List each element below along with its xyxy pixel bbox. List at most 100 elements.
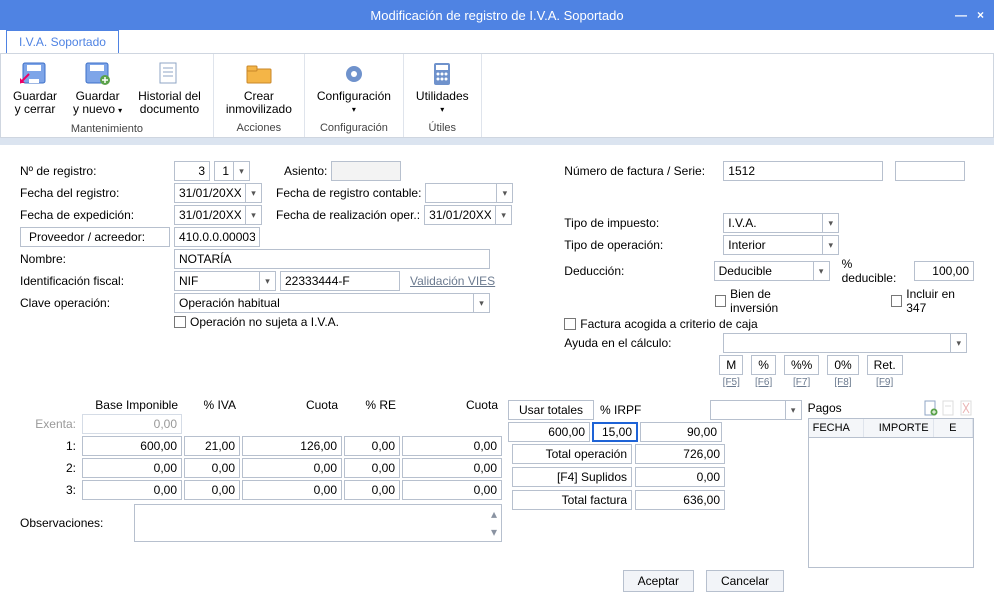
dropdown-fecha-registro[interactable]: ▾ — [246, 183, 262, 203]
button-aceptar[interactable]: Aceptar — [623, 570, 694, 592]
button-suplidos[interactable]: [F4] Suplidos — [512, 467, 632, 487]
input-clave-op[interactable] — [174, 293, 474, 313]
pagos-col-e: E — [934, 419, 973, 437]
ribbon-crear-inmovilizado[interactable]: Crearinmovilizado — [222, 58, 296, 118]
input-exenta-base — [82, 414, 182, 434]
input-num-factura[interactable] — [723, 161, 883, 181]
ribbon-utilidades[interactable]: Utilidades▾ — [412, 58, 473, 118]
input-tipo-impuesto[interactable] — [723, 213, 823, 233]
button-proveedor[interactable]: Proveedor / acreedor: — [20, 227, 170, 247]
label-deduccion: Deducción: — [564, 264, 709, 278]
dropdown-deduccion[interactable]: ▾ — [814, 261, 830, 281]
tab-iva-soportado[interactable]: I.V.A. Soportado — [6, 30, 119, 53]
input-r3-iva[interactable] — [184, 480, 240, 500]
input-serie[interactable] — [895, 161, 965, 181]
gear-icon — [339, 60, 369, 88]
col-pct-re: % RE — [344, 398, 400, 412]
input-total-operacion[interactable] — [635, 444, 725, 464]
input-r2-iva[interactable] — [184, 458, 240, 478]
label-fecha-real: Fecha de realización oper.: — [276, 208, 420, 222]
pagos-table[interactable]: FECHA IMPORTE E — [808, 418, 974, 568]
input-r2-cuota2[interactable] — [402, 458, 502, 478]
input-irpf-pct[interactable] — [592, 422, 638, 442]
input-pct-deducible[interactable] — [914, 261, 974, 281]
button-cancelar[interactable]: Cancelar — [706, 570, 784, 592]
input-r3-base[interactable] — [82, 480, 182, 500]
input-fecha-registro[interactable] — [174, 183, 246, 203]
ribbon-configuracion[interactable]: Configuración▾ — [313, 58, 395, 118]
ribbon-guardar-cerrar[interactable]: Guardary cerrar — [9, 58, 61, 119]
label-pagos: Pagos — [808, 401, 842, 415]
dropdown-tipo-impuesto[interactable]: ▾ — [823, 213, 839, 233]
checkbox-bien-inversion[interactable]: Bien de inversión — [715, 287, 817, 315]
dropdown-actividad[interactable]: ▾ — [786, 400, 802, 420]
input-tipo-operacion[interactable] — [723, 235, 823, 255]
pagos-col-importe: IMPORTE — [864, 419, 934, 437]
label-pct-irpf: % IRPF — [600, 403, 641, 417]
dropdown-tipo-operacion[interactable]: ▾ — [823, 235, 839, 255]
dropdown-fecha-exped[interactable]: ▾ — [246, 205, 262, 225]
minimize-button[interactable]: — — [955, 0, 967, 30]
calc-btn-0pct[interactable]: 0% — [827, 355, 858, 375]
pagos-edit-icon[interactable] — [942, 400, 956, 416]
calc-btn-m[interactable]: M — [719, 355, 743, 375]
input-fecha-exped[interactable] — [174, 205, 246, 225]
button-total-factura[interactable]: Total factura — [512, 490, 632, 510]
input-ayuda-calc[interactable] — [723, 333, 951, 353]
input-r1-iva[interactable] — [184, 436, 240, 456]
dropdown-ayuda-calc[interactable]: ▾ — [951, 333, 967, 353]
textarea-observaciones[interactable]: ▴▾ — [134, 504, 502, 542]
input-r2-re[interactable] — [344, 458, 400, 478]
pagos-delete-icon[interactable] — [960, 400, 974, 416]
input-r3-cuota1[interactable] — [242, 480, 342, 500]
link-validacion-vies[interactable]: Validación VIES — [404, 271, 501, 291]
save-close-icon — [20, 60, 50, 88]
input-n-registro-b[interactable] — [214, 161, 234, 181]
input-irpf-cuota[interactable] — [640, 422, 722, 442]
pagos-add-icon[interactable] — [924, 400, 938, 416]
checkbox-fact-acogida[interactable]: Factura acogida a criterio de caja — [564, 317, 757, 331]
input-fecha-real[interactable] — [424, 205, 496, 225]
dropdown-clave-op[interactable]: ▾ — [474, 293, 490, 313]
input-r1-cuota1[interactable] — [242, 436, 342, 456]
input-nombre[interactable] — [174, 249, 490, 269]
input-fecha-reg-cont[interactable] — [425, 183, 497, 203]
dropdown-fecha-real[interactable]: ▾ — [496, 205, 512, 225]
button-total-operacion[interactable]: Total operación — [512, 444, 632, 464]
input-r1-base[interactable] — [82, 436, 182, 456]
input-r3-cuota2[interactable] — [402, 480, 502, 500]
input-deduccion[interactable] — [714, 261, 814, 281]
checkbox-incluir-347[interactable]: Incluir en 347 — [891, 287, 974, 315]
dropdown-id-type[interactable]: ▾ — [260, 271, 276, 291]
input-n-registro-a[interactable] — [174, 161, 210, 181]
input-r3-re[interactable] — [344, 480, 400, 500]
input-r1-re[interactable] — [344, 436, 400, 456]
input-r1-cuota2[interactable] — [402, 436, 502, 456]
close-button[interactable]: × — [977, 0, 984, 30]
input-asiento — [331, 161, 401, 181]
col-cuota2: Cuota — [402, 398, 502, 412]
document-history-icon — [154, 60, 184, 88]
calc-btn-ret[interactable]: Ret. — [867, 355, 903, 375]
input-proveedor[interactable] — [174, 227, 260, 247]
ribbon-historial[interactable]: Historial deldocumento — [134, 58, 205, 119]
calc-btn-pct[interactable]: % — [751, 355, 776, 375]
save-new-icon — [83, 60, 113, 88]
input-irpf-base[interactable] — [508, 422, 590, 442]
label-asiento: Asiento: — [284, 164, 327, 178]
button-usar-totales[interactable]: Usar totales — [508, 400, 594, 420]
input-r2-base[interactable] — [82, 458, 182, 478]
input-id-type[interactable] — [174, 271, 260, 291]
input-suplidos[interactable] — [635, 467, 725, 487]
input-actividad[interactable] — [710, 400, 786, 420]
dropdown-n-registro[interactable]: ▾ — [234, 161, 250, 181]
label-clave-op: Clave operación: — [20, 296, 170, 310]
input-id-num[interactable] — [280, 271, 400, 291]
input-total-factura[interactable] — [635, 490, 725, 510]
label-tipo-operacion: Tipo de operación: — [564, 238, 719, 252]
ribbon-guardar-nuevo[interactable]: Guardary nuevo ▾ — [69, 58, 126, 119]
calc-btn-pctpct[interactable]: %% — [784, 355, 819, 375]
checkbox-op-no-sujeta[interactable]: Operación no sujeta a I.V.A. — [174, 315, 339, 329]
input-r2-cuota1[interactable] — [242, 458, 342, 478]
dropdown-fecha-reg-cont[interactable]: ▾ — [497, 183, 513, 203]
